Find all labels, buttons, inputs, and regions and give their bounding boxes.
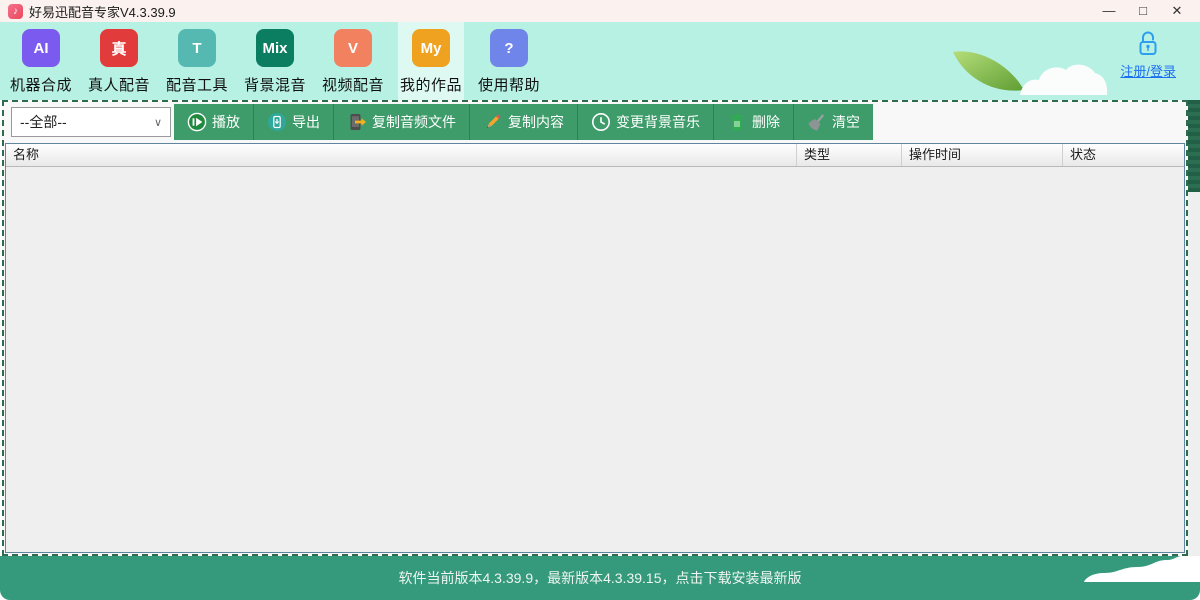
voice-tools-icon: T <box>178 29 216 67</box>
filter-dropdown-value: --全部-- <box>20 112 67 132</box>
footer-cloud-decoration <box>1082 556 1200 587</box>
play-icon <box>187 112 207 132</box>
copy-content-pencil-icon <box>483 112 503 132</box>
column-header-0[interactable]: 名称 <box>6 144 797 166</box>
content-panel: --全部-- ∨ 播放 <box>2 100 1188 556</box>
scrollbar-thumb[interactable] <box>1188 100 1200 192</box>
delete-trash-icon <box>727 112 747 132</box>
delete-button[interactable]: 删除 <box>714 104 794 140</box>
copy-audio-file-icon <box>347 112 367 132</box>
change-bgm-button[interactable]: 变更背景音乐 <box>578 104 714 140</box>
nav-items: AI 机器合成 真 真人配音 T 配音工具 Mix 背景混音 V 视频配音 My… <box>8 22 542 100</box>
minimize-button[interactable]: — <box>1092 0 1126 22</box>
lock-icon <box>1136 30 1160 58</box>
copy-audio-file-button[interactable]: 复制音频文件 <box>334 104 470 140</box>
cloud-decoration <box>1020 57 1108 100</box>
window-controls: — □ ✕ <box>1092 0 1200 22</box>
clear-button[interactable]: 清空 <box>794 104 873 140</box>
nav-item-bgm-mix[interactable]: Mix 背景混音 <box>242 22 308 100</box>
toolbar-row: --全部-- ∨ 播放 <box>4 102 1186 142</box>
column-header-3[interactable]: 状态 <box>1063 144 1184 166</box>
nav-item-human-voice[interactable]: 真 真人配音 <box>86 22 152 100</box>
nav-item-label: 背景混音 <box>244 74 306 95</box>
window-title: 好易迅配音专家V4.3.39.9 <box>29 2 176 21</box>
table-scrollbar[interactable] <box>1188 100 1200 556</box>
nav-item-video-dub[interactable]: V 视频配音 <box>320 22 386 100</box>
status-bar: 软件当前版本4.3.39.9，最新版本4.3.39.15，点击下载安装最新版 <box>0 556 1200 600</box>
works-table: 名称类型操作时间状态 <box>5 143 1185 553</box>
leaf-decoration <box>950 48 1028 99</box>
copy-content-button[interactable]: 复制内容 <box>470 104 578 140</box>
bgm-mix-icon: Mix <box>256 29 294 67</box>
nav-item-help[interactable]: ? 使用帮助 <box>476 22 542 100</box>
register-login-link[interactable]: 注册/登录 <box>1120 61 1176 80</box>
help-icon: ? <box>490 29 528 67</box>
table-body-empty <box>6 167 1184 552</box>
change-bgm-clock-icon <box>591 112 611 132</box>
app-window: ♪ 好易迅配音专家V4.3.39.9 — □ ✕ AI 机器合成 真 真人配音 … <box>0 0 1200 600</box>
login-control[interactable]: 注册/登录 <box>1120 30 1176 80</box>
nav-item-label: 真人配音 <box>88 74 150 95</box>
nav-item-label: 视频配音 <box>322 74 384 95</box>
human-voice-icon: 真 <box>100 29 138 67</box>
nav-item-label: 我的作品 <box>400 74 462 95</box>
export-icon <box>267 112 287 132</box>
video-dub-icon: V <box>334 29 372 67</box>
clear-broom-icon <box>807 112 827 132</box>
table-header-row: 名称类型操作时间状态 <box>6 144 1184 167</box>
column-header-1[interactable]: 类型 <box>797 144 902 166</box>
ai-synthesis-icon: AI <box>22 29 60 67</box>
maximize-button[interactable]: □ <box>1126 0 1160 22</box>
app-logo-music-note-icon: ♪ <box>8 4 23 19</box>
titlebar: ♪ 好易迅配音专家V4.3.39.9 — □ ✕ <box>0 0 1200 22</box>
nav-item-label: 配音工具 <box>166 74 228 95</box>
my-works-icon: My <box>412 29 450 67</box>
nav-item-label: 使用帮助 <box>478 74 540 95</box>
nav-item-ai-synthesis[interactable]: AI 机器合成 <box>8 22 74 100</box>
action-toolbar: 播放 导出 复制音频文件 <box>174 104 873 140</box>
play-button[interactable]: 播放 <box>174 104 254 140</box>
version-update-notice[interactable]: 软件当前版本4.3.39.9，最新版本4.3.39.15，点击下载安装最新版 <box>399 568 802 588</box>
chevron-down-icon: ∨ <box>154 116 162 129</box>
export-button[interactable]: 导出 <box>254 104 334 140</box>
nav-item-voice-tools[interactable]: T 配音工具 <box>164 22 230 100</box>
close-button[interactable]: ✕ <box>1160 0 1194 22</box>
nav-item-label: 机器合成 <box>10 74 72 95</box>
column-header-2[interactable]: 操作时间 <box>902 144 1063 166</box>
filter-dropdown[interactable]: --全部-- ∨ <box>11 107 171 137</box>
main-nav: AI 机器合成 真 真人配音 T 配音工具 Mix 背景混音 V 视频配音 My… <box>0 22 1200 100</box>
nav-item-my-works[interactable]: My 我的作品 <box>398 22 464 100</box>
